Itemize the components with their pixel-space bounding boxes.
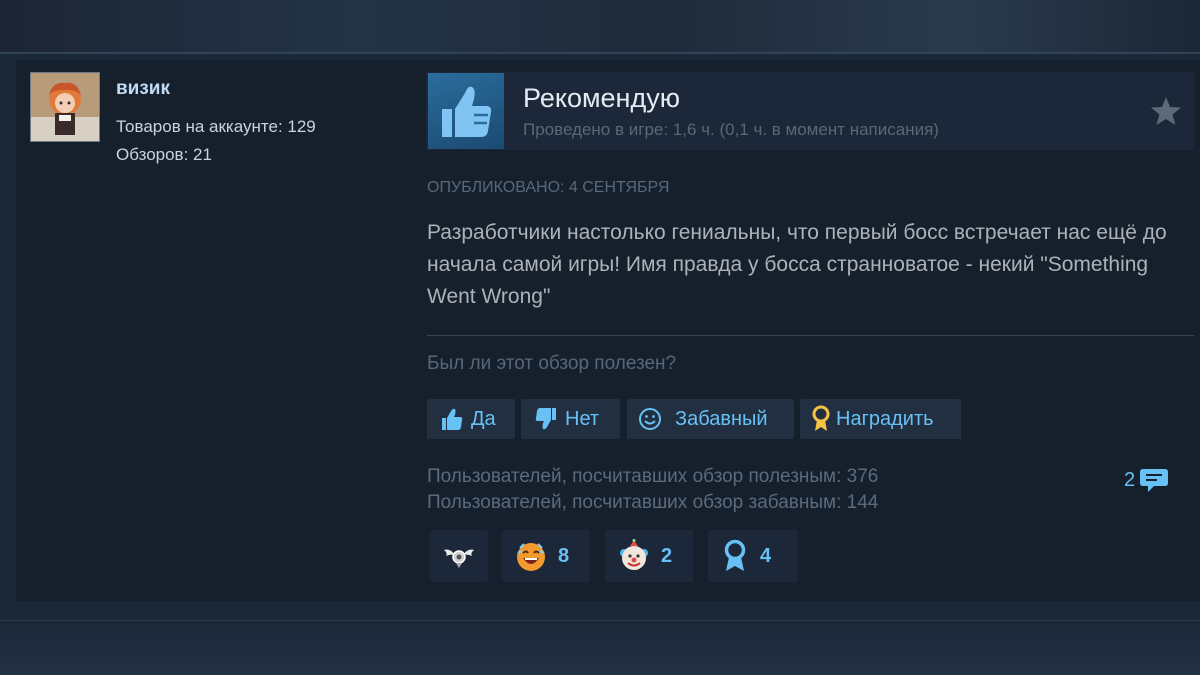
thumbs-down-icon [535, 408, 556, 430]
award-button[interactable]: Наградить [800, 399, 961, 439]
avatar[interactable] [30, 72, 100, 142]
reaction-winged-award[interactable] [430, 530, 488, 582]
comments-button[interactable]: 2 [1124, 464, 1171, 496]
reaction-count: 4 [760, 544, 772, 567]
speech-bubble-icon [1140, 469, 1169, 492]
funny-count: Пользователей, посчитавших обзор забавны… [427, 492, 879, 513]
divider [427, 335, 1194, 336]
footer-divider [0, 620, 1200, 621]
page-header-band [0, 0, 1200, 52]
vote-yes-button[interactable]: Да [427, 399, 515, 439]
thumbs-up-icon [442, 408, 463, 430]
winged-award-icon [444, 549, 474, 568]
star-icon[interactable] [1150, 95, 1182, 127]
reaction-count: 8 [558, 544, 570, 567]
vote-funny-button[interactable]: Забавный [627, 399, 794, 439]
helpful-count: Пользователей, посчитавших обзор полезны… [427, 466, 879, 487]
clown-face-icon [620, 539, 648, 570]
review-body: Разработчики настолько гениальны, что пе… [427, 221, 1167, 308]
award-medal-icon [812, 405, 830, 431]
reaction-laughing[interactable]: 8 [502, 530, 590, 582]
header-divider [0, 52, 1200, 54]
posted-date: ОПУБЛИКОВАНО: 4 СЕНТЯБРЯ [427, 179, 670, 196]
author-review-count[interactable]: Обзоров: 21 [116, 145, 212, 165]
smiley-icon [639, 408, 661, 430]
review-verdict[interactable]: Рекомендую [523, 83, 680, 114]
playtime: Проведено в игре: 1,6 ч. (0,1 ч. в момен… [523, 120, 939, 139]
vote-yes-label: Да [471, 407, 496, 430]
vote-no-label: Нет [565, 407, 600, 430]
vote-funny-label: Забавный [675, 407, 768, 430]
medal-ribbon-icon [724, 539, 746, 571]
award-label: Наградить [836, 407, 934, 430]
reaction-clown[interactable]: 2 [605, 530, 693, 582]
author-name[interactable]: визик [116, 78, 170, 100]
vote-no-button[interactable]: Нет [521, 399, 620, 439]
reaction-medal[interactable]: 4 [708, 530, 798, 582]
author-games-owned[interactable]: Товаров на аккаунте: 129 [116, 117, 316, 137]
laughing-face-icon [517, 543, 545, 571]
helpful-question: Был ли этот обзор полезен? [427, 353, 677, 374]
comment-count: 2 [1124, 468, 1136, 491]
reaction-count: 2 [661, 544, 673, 567]
thumbs-up-icon [428, 73, 504, 149]
